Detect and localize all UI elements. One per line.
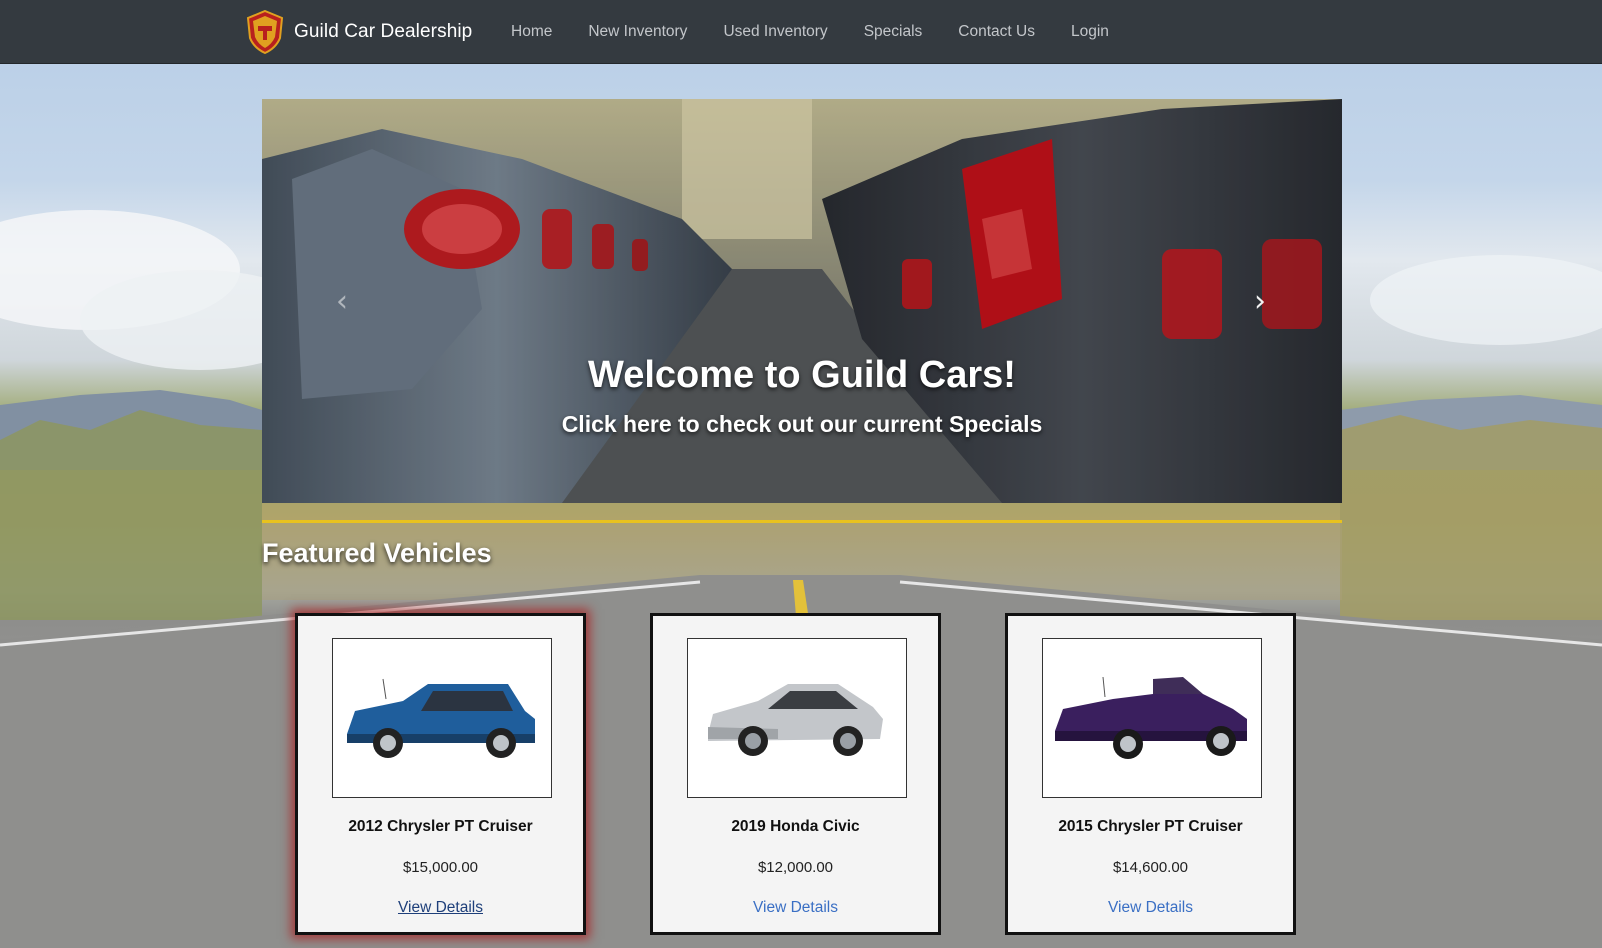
- nav-used-inventory[interactable]: Used Inventory: [705, 0, 845, 64]
- hero-carousel[interactable]: Welcome to Guild Cars! Click here to che…: [262, 99, 1342, 503]
- featured-vehicles-heading: Featured Vehicles: [262, 538, 492, 568]
- nav-contact-us[interactable]: Contact Us: [940, 0, 1053, 64]
- specials-link[interactable]: Click here to check out our current Spec…: [262, 411, 1342, 438]
- nav-specials[interactable]: Specials: [846, 0, 941, 64]
- vehicle-card[interactable]: 2019 Honda Civic $12,000.00 View Details: [650, 613, 941, 935]
- view-details-link[interactable]: View Details: [1008, 899, 1293, 917]
- vehicle-title: 2012 Chrysler PT Cruiser: [348, 818, 533, 835]
- brand-name: Guild Car Dealership: [294, 21, 473, 42]
- main-nav: Home New Inventory Used Inventory Specia…: [493, 0, 1127, 64]
- vehicle-image[interactable]: [332, 638, 552, 798]
- section-divider: [262, 520, 1342, 523]
- carousel-caption[interactable]: Welcome to Guild Cars! Click here to che…: [262, 354, 1342, 438]
- carousel-next-icon[interactable]: ›: [1245, 282, 1275, 322]
- vehicle-price: $15,000.00: [402, 859, 479, 876]
- vehicle-card[interactable]: 2012 Chrysler PT Cruiser $15,000.00 View…: [295, 613, 586, 935]
- parked-cars-photo: [262, 99, 1342, 503]
- carousel-prev-icon[interactable]: ‹: [327, 282, 357, 322]
- vehicle-title: 2015 Chrysler PT Cruiser: [1058, 818, 1243, 835]
- top-navbar: Guild Car Dealership Home New Inventory …: [0, 0, 1602, 64]
- vehicle-image[interactable]: [1042, 638, 1262, 798]
- vehicle-price: $14,600.00: [1112, 859, 1189, 876]
- nav-new-inventory[interactable]: New Inventory: [570, 0, 705, 64]
- nav-login[interactable]: Login: [1053, 0, 1127, 64]
- carousel-title: Welcome to Guild Cars!: [588, 354, 1016, 396]
- vehicle-price: $12,000.00: [757, 859, 834, 876]
- pt-cruiser-blue-image: [347, 678, 535, 758]
- honda-civic-silver-image: [708, 684, 883, 756]
- shield-logo-icon: [246, 10, 284, 54]
- pt-cruiser-convertible-purple-image: [1055, 676, 1247, 759]
- view-details-link[interactable]: View Details: [653, 899, 938, 917]
- view-details-link[interactable]: View Details: [298, 899, 583, 917]
- vehicle-image[interactable]: [687, 638, 907, 798]
- nav-home[interactable]: Home: [493, 0, 570, 64]
- brand[interactable]: Guild Car Dealership: [246, 10, 472, 54]
- vehicle-card[interactable]: 2015 Chrysler PT Cruiser $14,600.00 View…: [1005, 613, 1296, 935]
- vehicle-title: 2019 Honda Civic: [731, 818, 860, 835]
